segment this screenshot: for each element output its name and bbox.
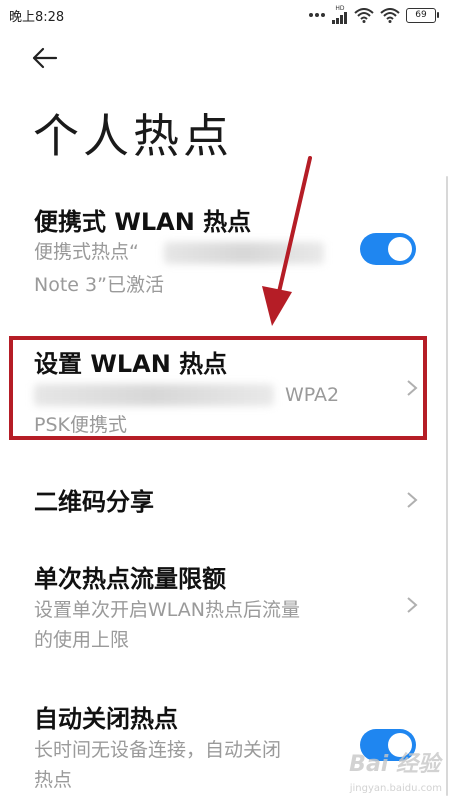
item-title: 设置 WLAN 热点 bbox=[34, 350, 228, 378]
item-subtitle: 设置单次开启WLAN热点后流量 bbox=[34, 599, 301, 621]
item-subtitle: 便携式热点“ bbox=[34, 241, 139, 263]
hd-signal-icon: HD bbox=[332, 6, 348, 24]
status-time: 晚上8:28 bbox=[9, 10, 65, 25]
item-subtitle-line2: Note 3”已激活 bbox=[34, 274, 164, 296]
hotspot-icon bbox=[380, 7, 400, 23]
redacted-block bbox=[34, 384, 274, 406]
portable-wlan-hotspot-item[interactable]: 便携式 WLAN 热点 便携式热点“ Note 3”已激活 bbox=[0, 190, 450, 310]
item-title: 自动关闭热点 bbox=[34, 705, 178, 733]
page-title: 个人热点 bbox=[33, 109, 233, 163]
item-subtitle: WPA2 bbox=[285, 384, 340, 406]
setup-wlan-hotspot-item[interactable]: 设置 WLAN 热点 WPA2 PSK便携式 bbox=[0, 336, 450, 440]
scrollbar[interactable] bbox=[446, 176, 448, 796]
item-subtitle-line2: 的使用上限 bbox=[34, 629, 130, 651]
status-bar: 晚上8:28 HD 69 bbox=[0, 0, 450, 30]
chevron-right-icon bbox=[407, 597, 418, 613]
status-icons: HD 69 bbox=[308, 5, 439, 25]
portable-hotspot-toggle[interactable] bbox=[360, 233, 416, 265]
chevron-right-icon bbox=[407, 492, 418, 508]
item-title: 二维码分享 bbox=[34, 488, 154, 516]
redacted-block bbox=[164, 242, 324, 264]
item-title: 单次热点流量限额 bbox=[34, 565, 226, 593]
back-arrow-icon bbox=[32, 47, 58, 69]
hotspot-data-limit-item[interactable]: 单次热点流量限额 设置单次开启WLAN热点后流量 的使用上限 bbox=[0, 555, 450, 665]
dots-icon bbox=[309, 13, 325, 17]
toggle-knob bbox=[388, 237, 412, 261]
item-subtitle-line2: PSK便携式 bbox=[34, 414, 127, 436]
watermark-sub: jingyan.baidu.com bbox=[349, 783, 442, 794]
battery-icon: 69 bbox=[406, 7, 439, 23]
battery-level: 69 bbox=[415, 9, 427, 20]
chevron-right-icon bbox=[407, 380, 418, 396]
back-button[interactable] bbox=[30, 46, 66, 76]
item-subtitle: 长时间无设备连接，自动关闭 bbox=[34, 739, 282, 761]
qr-code-share-item[interactable]: 二维码分享 bbox=[0, 470, 450, 530]
item-title: 便携式 WLAN 热点 bbox=[34, 208, 252, 236]
item-subtitle-line2: 热点 bbox=[34, 769, 73, 791]
wifi-icon bbox=[354, 7, 374, 23]
watermark-logo: Bai 经验 bbox=[349, 752, 440, 777]
